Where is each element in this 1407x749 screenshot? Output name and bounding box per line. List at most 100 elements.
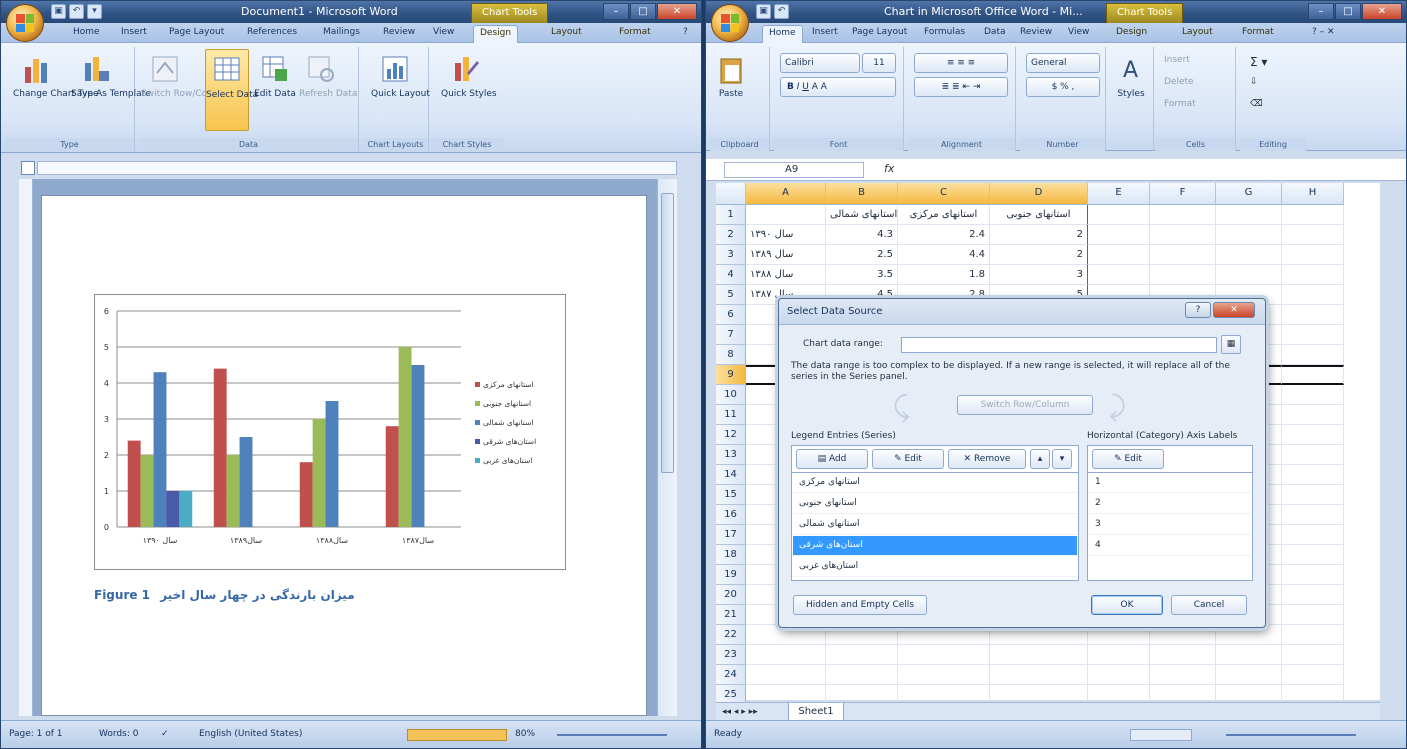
ok-button[interactable]: OK <box>1091 595 1163 615</box>
column-header-f[interactable]: F <box>1150 183 1216 205</box>
row-header-6[interactable]: 6 <box>716 305 746 325</box>
font-style-buttons[interactable]: B I U A A <box>780 77 896 97</box>
tab-layout[interactable]: Layout <box>1176 25 1219 43</box>
name-box[interactable]: A9 <box>724 162 864 178</box>
cell-h17[interactable] <box>1282 525 1344 545</box>
minimize-icon[interactable]: – <box>603 3 629 20</box>
clear-icon[interactable]: ⌫ <box>1250 99 1263 109</box>
cell-h20[interactable] <box>1282 585 1344 605</box>
row-header-7[interactable]: 7 <box>716 325 746 345</box>
cell-e24[interactable] <box>1088 665 1150 685</box>
cell-e4[interactable] <box>1088 265 1150 285</box>
cell-h1[interactable] <box>1282 205 1344 225</box>
cell-h7[interactable] <box>1282 325 1344 345</box>
autosum-icon[interactable]: Σ ▾ <box>1250 55 1267 69</box>
cell-c2[interactable]: 2.4 <box>898 225 990 245</box>
indent-buttons[interactable]: ≣ ≣ ⇤ ⇥ <box>914 77 1008 97</box>
word-count[interactable]: Words: 0 <box>99 729 138 739</box>
cell-e1[interactable] <box>1088 205 1150 225</box>
move-down-icon[interactable]: ▾ <box>1052 449 1072 469</box>
dialog-close-icon[interactable]: ✕ <box>1213 302 1255 318</box>
cell-e3[interactable] <box>1088 245 1150 265</box>
cancel-button[interactable]: Cancel <box>1171 595 1247 615</box>
paste-button[interactable]: Paste <box>714 49 748 131</box>
tab-home[interactable]: Home <box>67 25 106 43</box>
cell-d24[interactable] <box>990 665 1088 685</box>
fx-icon[interactable]: fx <box>884 162 894 175</box>
column-header-b[interactable]: B <box>826 183 898 205</box>
cell-h21[interactable] <box>1282 605 1344 625</box>
cell-f23[interactable] <box>1150 645 1216 665</box>
cell-h5[interactable] <box>1282 285 1344 305</box>
row-header-4[interactable]: 4 <box>716 265 746 285</box>
row-header-9[interactable]: 9 <box>716 365 746 385</box>
excel-view-buttons[interactable] <box>1130 729 1192 741</box>
column-header-c[interactable]: C <box>898 183 990 205</box>
chart-range-input[interactable] <box>901 337 1217 353</box>
cell-h11[interactable] <box>1282 405 1344 425</box>
cell-f1[interactable] <box>1150 205 1216 225</box>
cell-a3[interactable]: سال ۱۳۸۹ <box>746 245 826 265</box>
column-header-d[interactable]: D <box>990 183 1088 205</box>
insert-cells-button[interactable]: Insert <box>1164 55 1190 65</box>
tab-page-layout[interactable]: Page Layout <box>163 25 230 43</box>
sheet-tab-sheet1[interactable]: Sheet1 <box>788 703 844 721</box>
tab-page-layout[interactable]: Page Layout <box>846 25 913 43</box>
cell-e22[interactable] <box>1088 625 1150 645</box>
cell-b22[interactable] <box>826 625 898 645</box>
cell-b1[interactable]: استانهای شمالی <box>826 205 898 225</box>
cell-h24[interactable] <box>1282 665 1344 685</box>
tab-formulas[interactable]: Formulas <box>918 25 971 43</box>
cell-b4[interactable]: 3.5 <box>826 265 898 285</box>
row-header-2[interactable]: 2 <box>716 225 746 245</box>
language-status[interactable]: English (United States) <box>199 729 302 739</box>
cell-g1[interactable] <box>1216 205 1282 225</box>
page-count[interactable]: Page: 1 of 1 <box>9 729 63 739</box>
tab-design[interactable]: Design <box>1110 25 1153 43</box>
row-header-12[interactable]: 12 <box>716 425 746 445</box>
row-header-11[interactable]: 11 <box>716 405 746 425</box>
row-header-18[interactable]: 18 <box>716 545 746 565</box>
select-all-corner[interactable] <box>716 183 746 205</box>
axis-label-item[interactable]: 1 <box>1089 473 1251 493</box>
cell-h3[interactable] <box>1282 245 1344 265</box>
quick-styles-button[interactable]: Quick Styles <box>441 49 497 131</box>
cell-c22[interactable] <box>898 625 990 645</box>
cell-c23[interactable] <box>898 645 990 665</box>
cell-h22[interactable] <box>1282 625 1344 645</box>
column-header-e[interactable]: E <box>1088 183 1150 205</box>
cell-h2[interactable] <box>1282 225 1344 245</box>
cell-h6[interactable] <box>1282 305 1344 325</box>
align-buttons[interactable]: ≡ ≡ ≡ <box>914 53 1008 73</box>
help-icon[interactable]: ? – ✕ <box>1306 25 1341 43</box>
cell-b3[interactable]: 2.5 <box>826 245 898 265</box>
column-header-a[interactable]: A <box>746 183 826 205</box>
tab-format[interactable]: Format <box>613 25 657 43</box>
proofing-icon[interactable]: ✓ <box>161 729 169 739</box>
save-icon[interactable]: ▣ <box>51 4 66 19</box>
edit-series-button[interactable]: ✎ Edit <box>872 449 944 469</box>
number-format-buttons[interactable]: $ % , <box>1026 77 1100 97</box>
row-header-20[interactable]: 20 <box>716 585 746 605</box>
tab-view[interactable]: View <box>1062 25 1095 43</box>
styles-button[interactable]: A Styles <box>1112 49 1150 131</box>
qat-dropdown-icon[interactable]: ▾ <box>87 4 102 19</box>
word-scroll-thumb[interactable] <box>661 193 674 473</box>
tab-insert[interactable]: Insert <box>806 25 844 43</box>
cell-h16[interactable] <box>1282 505 1344 525</box>
row-header-21[interactable]: 21 <box>716 605 746 625</box>
fill-icon[interactable]: ⇩ <box>1250 77 1258 87</box>
cell-b24[interactable] <box>826 665 898 685</box>
font-name-select[interactable]: Calibri <box>780 53 860 73</box>
cell-a4[interactable]: سال ۱۳۸۸ <box>746 265 826 285</box>
close-icon[interactable]: ✕ <box>1362 3 1402 20</box>
switch-row-column-button[interactable]: Switch Row/Column <box>141 49 230 131</box>
edit-axis-labels-button[interactable]: ✎ Edit <box>1092 449 1164 469</box>
row-header-24[interactable]: 24 <box>716 665 746 685</box>
cell-d2[interactable]: 2 <box>990 225 1088 245</box>
select-data-button[interactable]: Select Data <box>205 49 258 131</box>
excel-zoom-slider[interactable] <box>1226 734 1356 736</box>
cell-d1[interactable]: استانهای جنوبی <box>990 205 1088 225</box>
row-header-3[interactable]: 3 <box>716 245 746 265</box>
tab-home[interactable]: Home <box>762 25 803 43</box>
